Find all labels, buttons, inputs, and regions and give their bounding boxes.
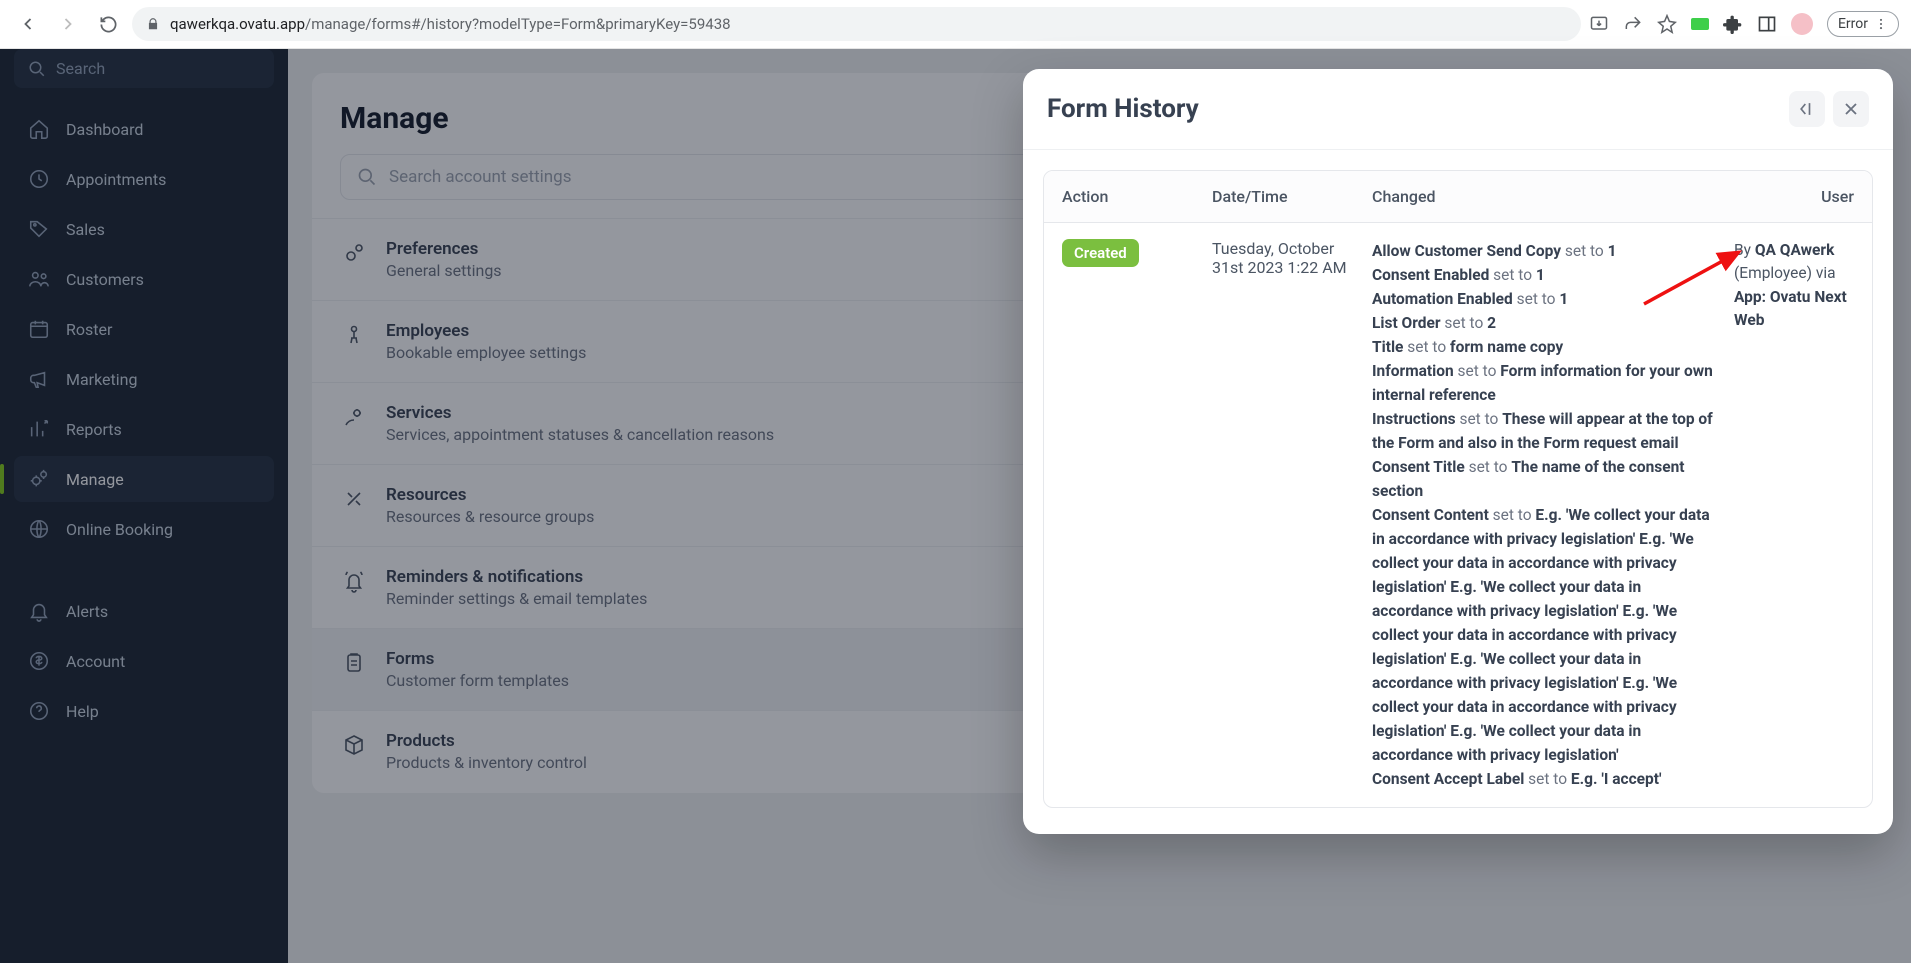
change-line: Consent Accept Label set to E.g. 'I acce… (1372, 767, 1724, 791)
history-table: Action Date/Time Changed User Created Tu… (1043, 170, 1873, 808)
datetime-text: Tuesday, October 31st 2023 1:22 AM (1212, 239, 1362, 277)
modal-header: Form History (1023, 69, 1893, 150)
change-field: Consent Accept Label (1372, 770, 1524, 788)
profile-avatar[interactable] (1791, 13, 1813, 35)
change-field: Allow Customer Send Copy (1372, 242, 1561, 260)
change-line: Consent Enabled set to 1 (1372, 263, 1724, 287)
change-line: List Order set to 2 (1372, 311, 1724, 335)
error-chip[interactable]: Error (1827, 11, 1899, 37)
setto-text: set to (1489, 506, 1536, 524)
change-field: Automation Enabled (1372, 290, 1513, 308)
setto-text: set to (1403, 338, 1450, 356)
lock-icon (146, 17, 160, 31)
col-action: Action (1062, 187, 1202, 206)
table-row: Created Tuesday, October 31st 2023 1:22 … (1044, 223, 1872, 807)
change-line: Consent Content set to E.g. 'We collect … (1372, 503, 1724, 767)
col-changed: Changed (1372, 187, 1724, 206)
error-label: Error (1838, 16, 1868, 32)
browser-toolbar: qawerkqa.ovatu.app/manage/forms#/history… (0, 0, 1911, 49)
change-field: Instructions (1372, 410, 1456, 428)
setto-text: set to (1456, 410, 1503, 428)
setto-text: set to (1454, 362, 1501, 380)
change-line: Information set to Form information for … (1372, 359, 1724, 407)
setto-text: set to (1441, 314, 1488, 332)
cell-user: By QA QAwerk (Employee) via App: Ovatu N… (1734, 239, 1854, 332)
table-header: Action Date/Time Changed User (1044, 171, 1872, 223)
share-icon[interactable] (1623, 14, 1643, 34)
created-badge: Created (1062, 239, 1139, 267)
modal-overlay[interactable]: Form History Action Date/Time Changed Us… (0, 49, 1911, 963)
bookmark-icon[interactable] (1657, 14, 1677, 34)
change-field: Consent Content (1372, 506, 1489, 524)
collapse-button[interactable] (1789, 91, 1825, 127)
camera-icon[interactable] (1691, 18, 1709, 30)
form-history-modal: Form History Action Date/Time Changed Us… (1023, 69, 1893, 834)
user-role: (Employee) (1734, 264, 1812, 282)
change-value: E.g. 'We collect your data in accordance… (1372, 506, 1710, 764)
modal-title: Form History (1047, 94, 1199, 124)
address-bar[interactable]: qawerkqa.ovatu.app/manage/forms#/history… (132, 7, 1581, 41)
cell-datetime: Tuesday, October 31st 2023 1:22 AM (1212, 239, 1362, 277)
setto-text: set to (1561, 242, 1608, 260)
cell-changed: Allow Customer Send Copy set to 1Consent… (1372, 239, 1724, 791)
user-via-prefix: via (1812, 264, 1836, 282)
change-line: Instructions set to These will appear at… (1372, 407, 1724, 455)
forward-button[interactable] (52, 8, 84, 40)
user-name: QA QAwerk (1755, 241, 1835, 259)
change-value: 1 (1536, 266, 1545, 284)
panel-icon[interactable] (1757, 14, 1777, 34)
reload-button[interactable] (92, 8, 124, 40)
change-field: Consent Title (1372, 458, 1465, 476)
cell-action: Created (1062, 239, 1202, 267)
col-user: User (1734, 187, 1854, 206)
close-icon (1841, 99, 1861, 119)
setto-text: set to (1524, 770, 1571, 788)
change-line: Title set to form name copy (1372, 335, 1724, 359)
setto-text: set to (1513, 290, 1560, 308)
change-line: Consent Title set to The name of the con… (1372, 455, 1724, 503)
close-button[interactable] (1833, 91, 1869, 127)
user-by-prefix: By (1734, 241, 1755, 259)
change-line: Automation Enabled set to 1 (1372, 287, 1724, 311)
change-line: Allow Customer Send Copy set to 1 (1372, 239, 1724, 263)
modal-body: Action Date/Time Changed User Created Tu… (1023, 150, 1893, 834)
setto-text: set to (1489, 266, 1536, 284)
extensions-icon[interactable] (1723, 14, 1743, 34)
user-app: App: Ovatu Next Web (1734, 288, 1847, 329)
change-value: 1 (1559, 290, 1568, 308)
setto-text: set to (1465, 458, 1512, 476)
change-field: List Order (1372, 314, 1441, 332)
change-value: E.g. 'I accept' (1571, 770, 1662, 788)
change-value: 2 (1487, 314, 1496, 332)
url-text: qawerkqa.ovatu.app/manage/forms#/history… (170, 15, 731, 33)
change-value: 1 (1608, 242, 1617, 260)
collapse-icon (1797, 99, 1817, 119)
change-field: Information (1372, 362, 1454, 380)
back-button[interactable] (12, 8, 44, 40)
change-field: Title (1372, 338, 1403, 356)
col-datetime: Date/Time (1212, 187, 1362, 206)
install-icon[interactable] (1589, 14, 1609, 34)
change-value: form name copy (1450, 338, 1563, 356)
change-field: Consent Enabled (1372, 266, 1489, 284)
kebab-icon (1874, 17, 1888, 31)
